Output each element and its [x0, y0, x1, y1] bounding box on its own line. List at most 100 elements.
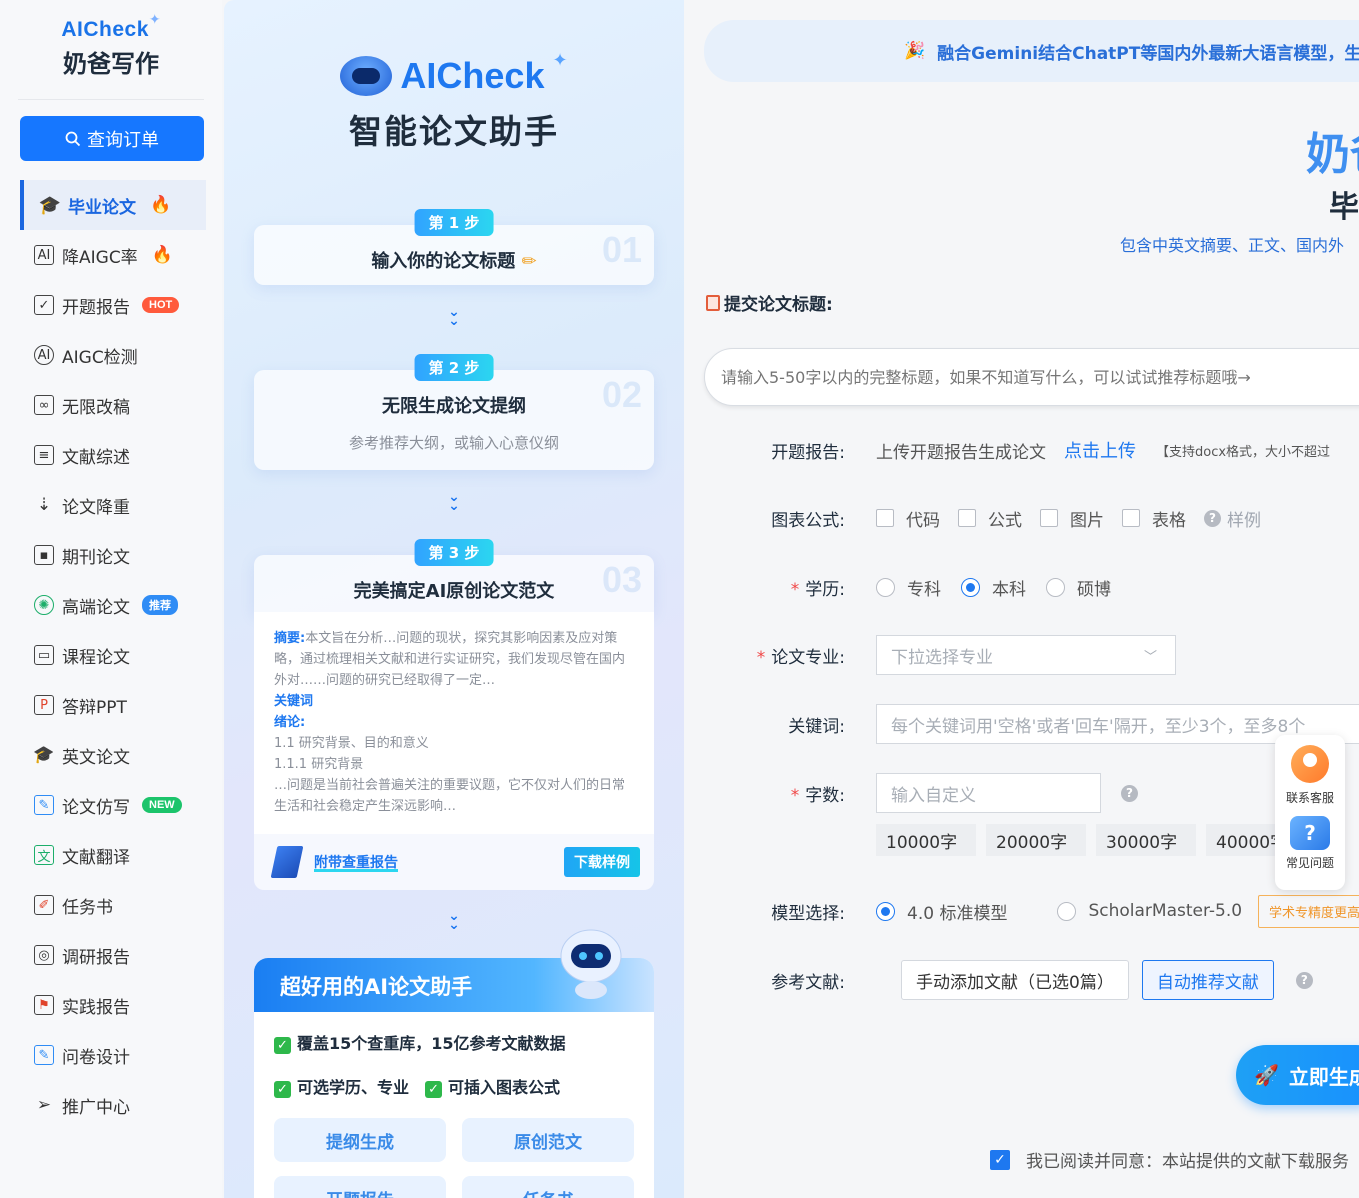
sample-link[interactable]: 样例 [1227, 506, 1261, 531]
model-standard-radio[interactable] [876, 901, 895, 921]
sidebar-item-graduation-thesis[interactable]: 🎓 毕业论文 🔥 [20, 180, 206, 230]
ai-scan-icon: AI [34, 345, 54, 365]
fire-icon: 🔥 [150, 195, 172, 215]
recommend-badge: 推荐 [142, 595, 178, 615]
step-2-card: 第 2 步 02 无限生成论文提纲 参考推荐大纲，或输入心意仪纲 [254, 354, 654, 470]
sidebar-item-label: 降AIGC率 [62, 247, 138, 268]
proposal-text: 上传开题报告生成论文 [876, 442, 1046, 463]
sort-down-icon: ⇣ [36, 495, 52, 515]
contact-service-label: 联系客服 [1285, 791, 1334, 805]
word-chip[interactable]: 10000字 [876, 824, 976, 856]
sidebar-item-imitation[interactable]: ✎ 论文仿写 NEW [20, 780, 206, 830]
customer-service-icon [1291, 745, 1329, 783]
download-sample-button[interactable]: 下载样例 [564, 847, 640, 877]
word-count-input[interactable]: 输入自定义 [876, 773, 1101, 813]
references-row: 参考文献: 手动添加文献（已选0篇） 自动推荐文献 ? [684, 960, 1359, 1000]
sidebar-item-premium[interactable]: ✺ 高端论文 推荐 [20, 580, 206, 630]
edu-bachelor-radio[interactable] [961, 577, 980, 597]
intro-panel: AICheck ✦ 智能论文助手 第 1 步 01 输入你的论文标题 ✏ ⌄ ⌄ … [224, 0, 684, 1198]
abstract-label: 摘要: [274, 631, 306, 646]
keywords-row: 关键词: 每个关键词用'空格'或者'回车'隔开，至少3个，至多8个 [684, 704, 1359, 744]
check-icon: ✓ [274, 1081, 291, 1098]
sidebar-item-label: AIGC检测 [62, 347, 138, 368]
code-checkbox[interactable] [876, 509, 894, 527]
model-scholarmaster-radio[interactable] [1057, 901, 1077, 921]
auto-recommend-references-button[interactable]: 自动推荐文献 [1141, 960, 1274, 1000]
sidebar-item-reduce-aigc[interactable]: AI 降AIGC率 🔥 [20, 230, 206, 280]
floating-support-panel: 联系客服 ? 常见问题 [1275, 735, 1345, 890]
sidebar-item-translation[interactable]: 文文献翻译 [20, 830, 206, 880]
generate-label: 立即生成 [1288, 1064, 1359, 1089]
plagiarism-report-link[interactable]: 附带查重报告 [314, 852, 398, 872]
sidebar-item-literature-review[interactable]: ≡ 文献综述 [20, 430, 206, 480]
word-count-label: * 字数: [790, 785, 845, 806]
sample-line: 1.1 研究背景、目的和意义 [274, 736, 429, 751]
radio-label: 4.0 标准模型 [907, 903, 1008, 924]
sidebar-item-promotion[interactable]: ➢ 推广中心 [20, 1080, 206, 1130]
radio-label: 本科 [992, 579, 1026, 600]
sidebar-item-course-paper[interactable]: ▭ 课程论文 [20, 630, 206, 680]
sidebar-item-task-book[interactable]: ✐ 任务书 [20, 880, 206, 930]
thesis-title-input[interactable] [704, 348, 1359, 406]
sidebar-item-aigc-detect[interactable]: AI AIGC检测 [20, 330, 206, 380]
references-label: 参考文献: [771, 972, 845, 993]
major-label: * 论文专业: [756, 647, 845, 668]
sidebar-item-defense-ppt[interactable]: P 答辩PPT [20, 680, 206, 730]
page-subtitle: 毕 [1329, 190, 1359, 225]
sidebar-item-label: 实践报告 [62, 997, 130, 1018]
formula-checkbox[interactable] [958, 509, 976, 527]
sidebar-item-english-paper[interactable]: 🎓 英文论文 [20, 730, 206, 780]
image-checkbox[interactable] [1040, 509, 1058, 527]
faq-button[interactable]: ? 常见问题 [1275, 816, 1345, 871]
help-icon[interactable]: ? [1204, 509, 1221, 527]
chalkboard-icon: ▭ [34, 645, 54, 665]
podium-icon: ⚑ [34, 995, 54, 1015]
form-edit-icon: ✎ [34, 1045, 54, 1065]
logo-brand: AICheck [61, 18, 149, 41]
checkbox-label: 表格 [1152, 510, 1186, 531]
word-chip[interactable]: 30000字 [1096, 824, 1196, 856]
model-label: 模型选择: [771, 903, 845, 924]
sidebar-item-practice-report[interactable]: ⚑ 实践报告 [20, 980, 206, 1030]
table-checkbox[interactable] [1122, 509, 1140, 527]
chevron-down-icon: ﹀ [1143, 650, 1157, 665]
help-icon[interactable]: ? [1295, 971, 1313, 989]
sidebar-item-questionnaire[interactable]: ✎ 问卷设计 [20, 1030, 206, 1080]
query-order-button[interactable]: 查询订单 [20, 116, 204, 161]
help-icon[interactable]: ? [1121, 784, 1138, 802]
upload-link[interactable]: 点击上传 [1064, 437, 1136, 463]
agree-checkbox[interactable]: ✓ [990, 1149, 1010, 1170]
step-1-card: 第 1 步 01 输入你的论文标题 ✏ [254, 209, 654, 285]
edu-master-radio[interactable] [1046, 577, 1065, 597]
intro-subtitle: 智能论文助手 [349, 112, 559, 151]
manual-add-references-button[interactable]: 手动添加文献（已选0篇） [901, 960, 1129, 1000]
sidebar-item-label: 答辩PPT [62, 697, 127, 718]
sidebar-item-unlimited-revise[interactable]: ∞ 无限改稿 [20, 380, 206, 430]
search-icon [65, 131, 81, 146]
book-icon [270, 846, 304, 878]
model-row: 模型选择: 4.0 标准模型 ScholarMaster-5.0 学术专精度更高 [684, 891, 1359, 931]
openai-icon: ✺ [34, 595, 54, 615]
logo[interactable]: AICheck✦ 奶爸写作 [0, 12, 222, 79]
original-sample-button[interactable]: 原创范文 [462, 1118, 634, 1162]
sidebar: AICheck✦ 奶爸写作 查询订单 🎓 毕业论文 🔥 AI 降AIGC率 🔥 ✓ 开题报… [0, 0, 222, 1198]
sidebar-item-reduce-duplication[interactable]: ⇣ 论文降重 [20, 480, 206, 530]
sidebar-item-label: 毕业论文 [68, 197, 136, 218]
proposal-button[interactable]: 开题报告 [274, 1176, 446, 1198]
sidebar-item-label: 任务书 [62, 897, 113, 918]
chart-formula-row: 图表公式: 代码 公式 图片 表格 ? 样例 [684, 498, 1359, 538]
major-select[interactable]: 下拉选择专业 ﹀ [876, 635, 1176, 675]
sidebar-menu: 🎓 毕业论文 🔥 AI 降AIGC率 🔥 ✓ 开题报告 HOT AI AIGC检测 ∞ 无限改稿… [20, 180, 206, 1130]
edu-junior-radio[interactable] [876, 577, 895, 597]
robot-mascot-icon [560, 929, 622, 999]
sidebar-item-proposal[interactable]: ✓ 开题报告 HOT [20, 280, 206, 330]
outline-generate-button[interactable]: 提纲生成 [274, 1118, 446, 1162]
sparkle-icon: ✦ [148, 12, 161, 28]
sidebar-item-research-report[interactable]: ◎ 调研报告 [20, 930, 206, 980]
sidebar-item-journal[interactable]: ▪ 期刊论文 [20, 530, 206, 580]
education-row: * 学历: 专科 本科 硕博 [684, 567, 1359, 607]
generate-button[interactable]: 🚀 立即生成 [1236, 1045, 1359, 1105]
task-book-button[interactable]: 任务书 [462, 1176, 634, 1198]
word-chip[interactable]: 20000字 [986, 824, 1086, 856]
contact-service-button[interactable]: 联系客服 [1275, 745, 1345, 806]
